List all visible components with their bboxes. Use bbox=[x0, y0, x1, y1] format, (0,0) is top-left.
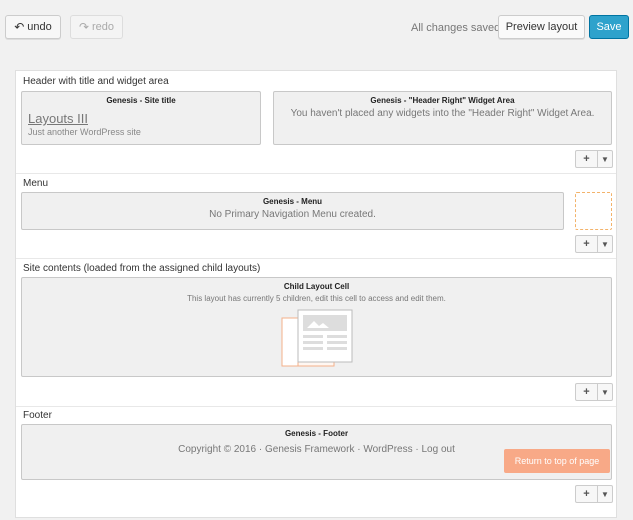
cell-message: You haven't placed any widgets into the … bbox=[290, 108, 595, 119]
row-add-control[interactable]: + ▼ bbox=[575, 235, 613, 253]
chevron-down-icon[interactable]: ▼ bbox=[598, 384, 612, 400]
add-cell-icon[interactable]: + bbox=[576, 236, 598, 252]
add-cell-icon[interactable]: + bbox=[576, 151, 598, 167]
preview-layout-button[interactable]: Preview layout bbox=[498, 15, 585, 39]
add-cell-icon[interactable]: + bbox=[576, 486, 598, 502]
row-divider bbox=[16, 406, 616, 407]
child-layout-illustration-icon bbox=[281, 309, 353, 367]
cell-heading: Genesis - Footer bbox=[284, 429, 349, 438]
row-title-footer: Footer bbox=[23, 410, 52, 421]
row-add-control[interactable]: + ▼ bbox=[575, 485, 613, 503]
save-button[interactable]: Save bbox=[589, 15, 629, 39]
undo-icon: ↶ bbox=[14, 20, 25, 34]
redo-icon: ↷ bbox=[78, 20, 90, 34]
cell-message: No Primary Navigation Menu created. bbox=[209, 209, 376, 220]
empty-cell-placeholder[interactable] bbox=[575, 192, 612, 230]
cell-heading: Child Layout Cell bbox=[283, 282, 350, 291]
redo-label: redo bbox=[92, 21, 115, 33]
cell-heading: Genesis - "Header Right" Widget Area bbox=[370, 96, 515, 105]
row-add-control[interactable]: + ▼ bbox=[575, 383, 613, 401]
return-to-top-button[interactable]: Return to top of page bbox=[504, 449, 610, 473]
top-toolbar: ↶ undo ↷ redo All changes saved Preview … bbox=[0, 0, 633, 56]
row-title-menu: Menu bbox=[23, 178, 49, 189]
site-description: Just another WordPress site bbox=[28, 127, 141, 137]
cell-heading: Genesis - Site title bbox=[106, 96, 176, 105]
redo-button[interactable]: ↷ redo bbox=[70, 15, 123, 39]
row-divider bbox=[16, 258, 616, 259]
cell-message: This layout has currently 5 children, ed… bbox=[187, 294, 446, 303]
chevron-down-icon[interactable]: ▼ bbox=[598, 486, 612, 502]
cell-child-layout[interactable]: Child Layout Cell This layout has curren… bbox=[21, 277, 612, 377]
row-add-control[interactable]: + ▼ bbox=[575, 150, 613, 168]
cell-heading: Genesis - Menu bbox=[262, 197, 323, 206]
cell-footer[interactable]: Genesis - Footer Copyright © 2016 · Gene… bbox=[21, 424, 612, 480]
chevron-down-icon[interactable]: ▼ bbox=[598, 236, 612, 252]
layout-canvas: Header with title and widget area Genesi… bbox=[15, 70, 617, 518]
add-cell-icon[interactable]: + bbox=[576, 384, 598, 400]
save-status: All changes saved bbox=[411, 22, 501, 34]
site-title-link[interactable]: Layouts III bbox=[22, 111, 260, 126]
row-title-header: Header with title and widget area bbox=[23, 76, 169, 87]
row-divider bbox=[16, 173, 616, 174]
undo-button[interactable]: ↶ undo bbox=[5, 15, 61, 39]
cell-header-right-widget-area[interactable]: Genesis - "Header Right" Widget Area You… bbox=[273, 91, 612, 145]
chevron-down-icon[interactable]: ▼ bbox=[598, 151, 612, 167]
cell-site-title[interactable]: Genesis - Site title Layouts III Just an… bbox=[21, 91, 261, 145]
undo-label: undo bbox=[27, 21, 52, 33]
cell-menu[interactable]: Genesis - Menu No Primary Navigation Men… bbox=[21, 192, 564, 230]
row-title-site-contents: Site contents (loaded from the assigned … bbox=[23, 263, 261, 274]
